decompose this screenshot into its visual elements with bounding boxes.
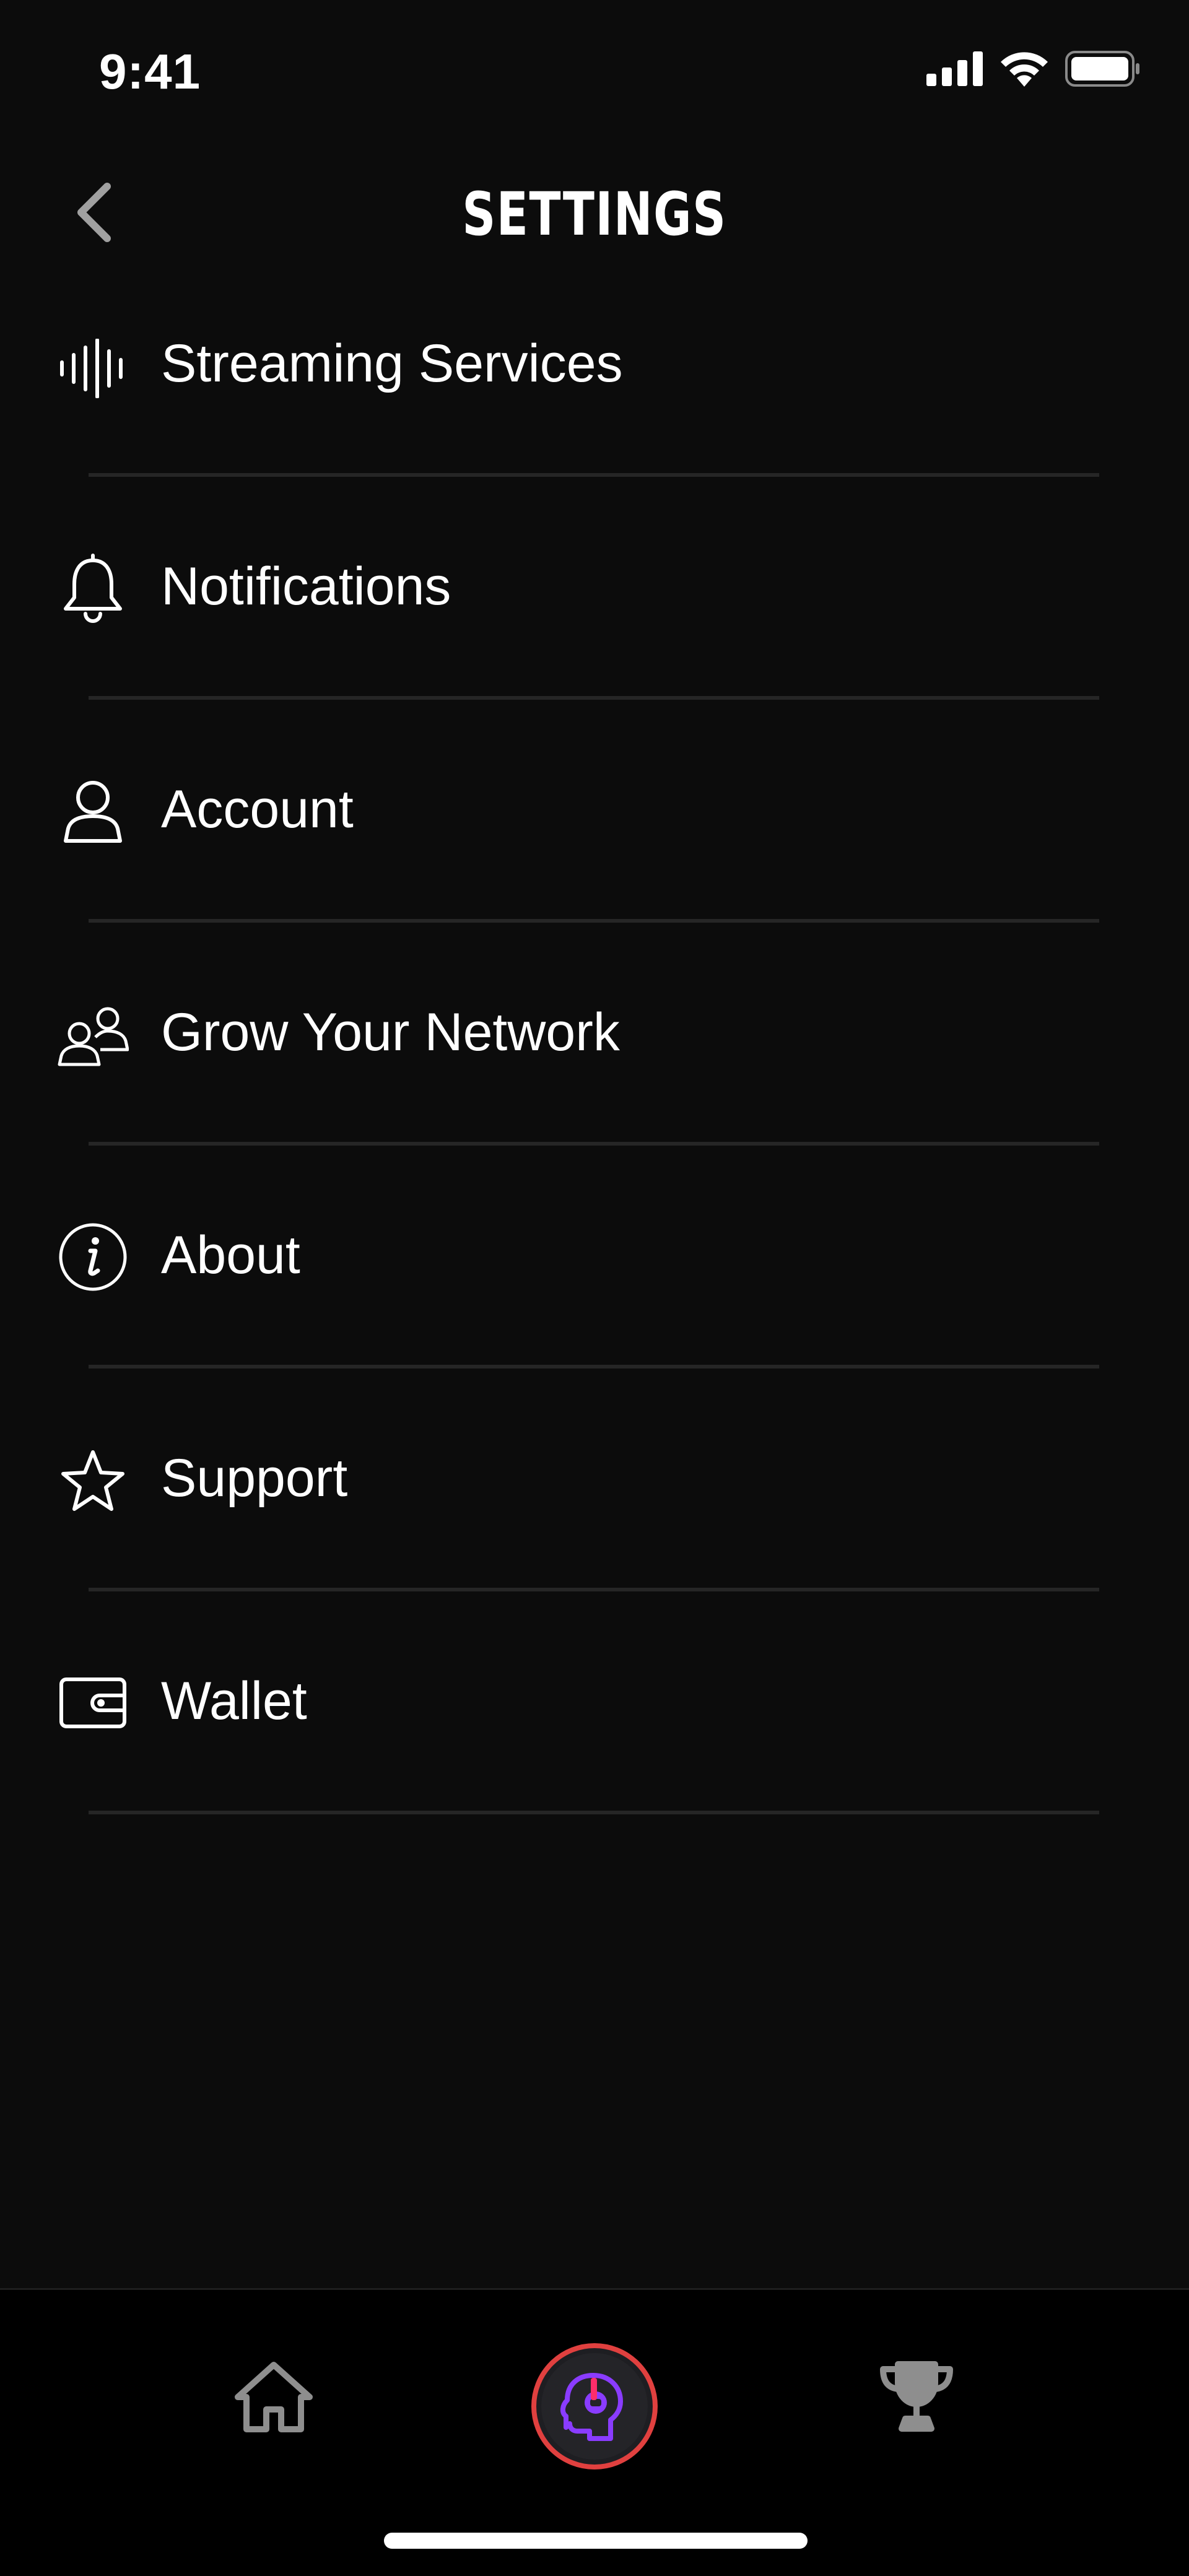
divider [89,1811,1099,1814]
person-icon [57,775,129,847]
trophy-icon [878,2361,955,2437]
home-icon [234,2361,313,2436]
settings-item-wallet[interactable]: Wallet [0,1591,1189,1814]
people-icon [57,1000,129,1072]
back-button[interactable] [59,180,127,248]
chevron-left-icon [71,181,115,246]
settings-item-label: Support [161,1448,348,1508]
headphone-head-icon [529,2341,660,2475]
page-title: SETTINGS [462,180,727,249]
settings-item-label: Grow Your Network [161,1003,620,1062]
settings-item-account[interactable]: Account [0,700,1189,923]
status-time: 9:41 [99,44,201,99]
tab-profile[interactable] [529,2342,660,2473]
status-icons [926,51,1141,90]
sound-wave-icon [57,333,129,404]
settings-item-label: Notifications [161,557,451,616]
settings-item-grow-your-network[interactable]: Grow Your Network [0,923,1189,1146]
info-icon [57,1221,129,1293]
settings-item-about[interactable]: About [0,1146,1189,1368]
battery-icon [1065,51,1141,90]
settings-item-notifications[interactable]: Notifications [0,477,1189,700]
wallet-icon [57,1667,129,1739]
status-bar: 9:41 [0,0,1189,142]
cellular-signal-icon [926,51,983,89]
tab-trophy[interactable] [873,2358,960,2439]
settings-item-label: Account [161,780,354,839]
home-indicator[interactable] [384,2533,808,2549]
settings-item-support[interactable]: Support [0,1368,1189,1591]
settings-item-streaming-services[interactable]: Streaming Services [0,254,1189,477]
tab-home[interactable] [230,2358,317,2439]
star-icon [57,1445,129,1517]
settings-list: Streaming Services Notifications Account [0,254,1189,1814]
settings-item-label: Wallet [161,1671,307,1731]
wifi-icon [1000,51,1049,90]
settings-item-label: About [161,1225,300,1285]
settings-item-label: Streaming Services [161,334,623,393]
header: SETTINGS [0,161,1189,260]
bell-icon [57,553,129,625]
